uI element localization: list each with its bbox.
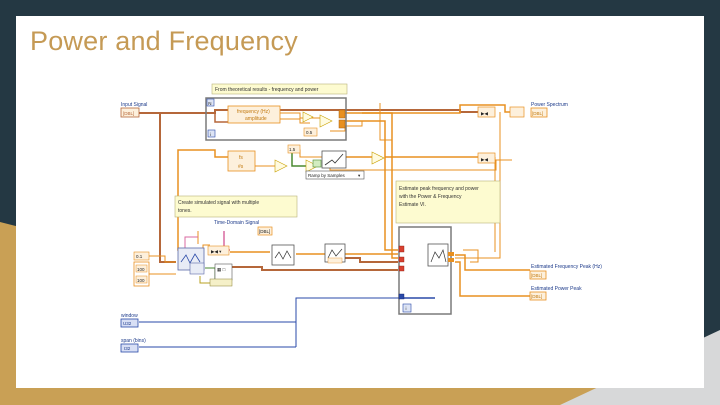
svg-text:i: i [210,132,211,137]
theoretical-structure: From theoretical results - frequency and… [205,83,348,141]
label-power-spectrum: Power Spectrum [531,102,568,108]
svg-text:Estimate peak frequency and po: Estimate peak frequency and power [399,186,479,192]
estimated-power-peak-indicator: Estimated Power Peak [DBL] [529,286,582,301]
multiply-node-1 [302,111,314,123]
divide-node [274,159,288,173]
svg-text:Create simulated signal with m: Create simulated signal with multiple [178,200,259,206]
label-frequency: frequency (Hz) [237,109,270,115]
multiply-node-2 [319,114,333,128]
estimated-frequency-peak-indicator: Estimated Frequency Peak (Hz) [DBL] [529,264,602,280]
fs-samples-cluster[interactable]: fs #s [227,150,256,172]
svg-text:[DBL]: [DBL] [259,229,270,234]
wire-loop-left [230,266,398,271]
block-diagram: From theoretical results - frequency and… [120,83,602,353]
svg-text:I32: I32 [124,346,131,351]
tone-constants[interactable]: 0.1 100 100 [133,251,150,287]
svg-text:100: 100 [137,278,145,283]
svg-text:Estimate VI.: Estimate VI. [399,202,426,208]
svg-text:[DBL]: [DBL] [531,273,542,278]
svg-text:▦ □: ▦ □ [217,267,226,272]
svg-text:1.5: 1.5 [289,147,296,152]
comment-estimate: Estimate peak frequency and power with t… [395,180,501,224]
span-bins-control[interactable]: span (bins) I32 [120,338,146,353]
label-ramp-by-samples: Ramp by Samples [308,173,346,178]
svg-text:[DBL]: [DBL] [532,111,543,116]
estimate-for-loop: i [398,226,454,315]
svg-text:[DBL]: [DBL] [531,294,542,299]
label-amplitude: amplitude [245,116,267,122]
svg-text:U32: U32 [123,321,132,326]
label-fs: fs [239,155,243,161]
svg-text:0.5: 0.5 [306,130,313,135]
window-vi[interactable] [271,244,295,266]
svg-text:▶◀ ▾: ▶◀ ▾ [211,249,222,254]
window-control[interactable]: window U32 [120,313,139,328]
wire-freq-theory [280,112,320,119]
svg-text:[DBL]: [DBL] [123,111,134,116]
wire-input-down [159,113,176,263]
label-estimated-frequency-peak: Estimated Frequency Peak (Hz) [531,264,602,270]
wire-to-loop [345,257,398,263]
svg-text:with the Power & Frequency: with the Power & Frequency [399,194,462,200]
label-samples: #s [238,164,244,170]
label-estimated-power-peak: Estimated Power Peak [531,286,582,292]
svg-text:tones.: tones. [178,208,192,214]
wire-window [139,297,398,323]
input-signal-control[interactable]: Input Signal [DBL] [120,102,147,118]
wire-olive [199,276,210,284]
wire-input-inner [214,113,228,123]
power-frequency-estimate-vi[interactable] [427,243,449,267]
svg-text:0.1: 0.1 [136,254,143,259]
svg-text:▶◀: ▶◀ [481,157,488,162]
simulate-signal-vi[interactable]: ▶◀ ▾ ▦ □ [177,245,233,287]
svg-text:i: i [406,306,407,311]
multiply-node-3 [371,151,385,165]
spectrum-vi[interactable] [324,243,346,264]
wire-fs-theory [177,149,228,158]
svg-text:▶◀: ▶◀ [481,111,488,116]
svg-text:100: 100 [137,267,145,272]
wire-out-freq [455,254,530,271]
power-spectrum-indicator: ▶◀ ▶◀ Power Spectrum [DBL] [477,102,568,164]
label-window: window [121,313,138,319]
label-input-signal: Input Signal [121,102,147,108]
label-span-bins: span (bins) [121,338,146,344]
label-time-domain-signal: Time-Domain Signal [214,220,259,226]
comment-simulated: Create simulated signal with multiple to… [174,195,298,218]
svg-text:N: N [208,101,211,106]
time-domain-signal-indicator: Time-Domain Signal [DBL] [214,220,273,236]
wire-out-power [455,261,530,297]
comment-theoretical: From theoretical results - frequency and… [215,87,319,93]
